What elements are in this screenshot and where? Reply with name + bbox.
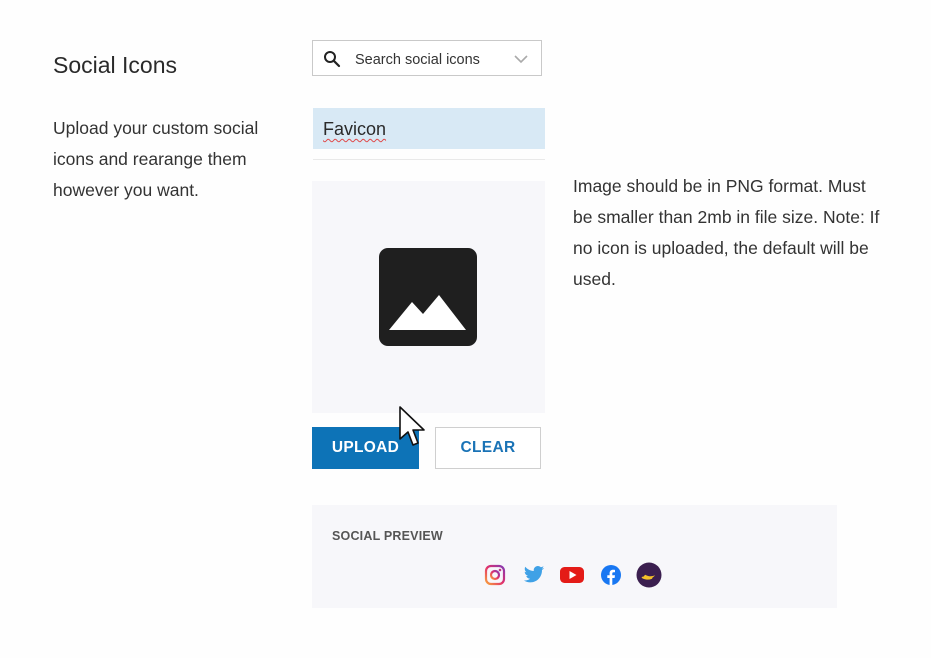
facebook-icon[interactable] [598, 562, 624, 588]
list-item-favicon[interactable]: Favicon [313, 108, 545, 149]
upload-note: Image should be in PNG format. Must be s… [573, 176, 880, 289]
divider [313, 159, 545, 160]
list-item-label: Favicon [323, 119, 387, 139]
chevron-down-icon [514, 55, 528, 64]
icon-preview-area[interactable] [312, 181, 545, 413]
social-icons-row [482, 562, 662, 588]
twitter-icon[interactable] [521, 562, 547, 588]
section-description: Upload your custom social icons and rear… [53, 118, 259, 200]
social-preview-label: SOCIAL PREVIEW [332, 529, 443, 543]
youtube-icon[interactable] [559, 562, 585, 588]
clear-button[interactable]: CLEAR [435, 427, 541, 469]
custom-moon-icon[interactable] [636, 562, 662, 588]
search-placeholder: Search social icons [355, 52, 480, 68]
image-placeholder-icon [379, 248, 477, 346]
search-icon [324, 51, 341, 68]
instagram-icon[interactable] [482, 562, 508, 588]
upload-button[interactable]: UPLOAD [312, 427, 419, 469]
section-title: Social Icons [53, 52, 178, 78]
social-preview-panel: SOCIAL PREVIEW [312, 505, 837, 608]
search-social-icons-dropdown[interactable]: Search social icons [312, 40, 542, 76]
